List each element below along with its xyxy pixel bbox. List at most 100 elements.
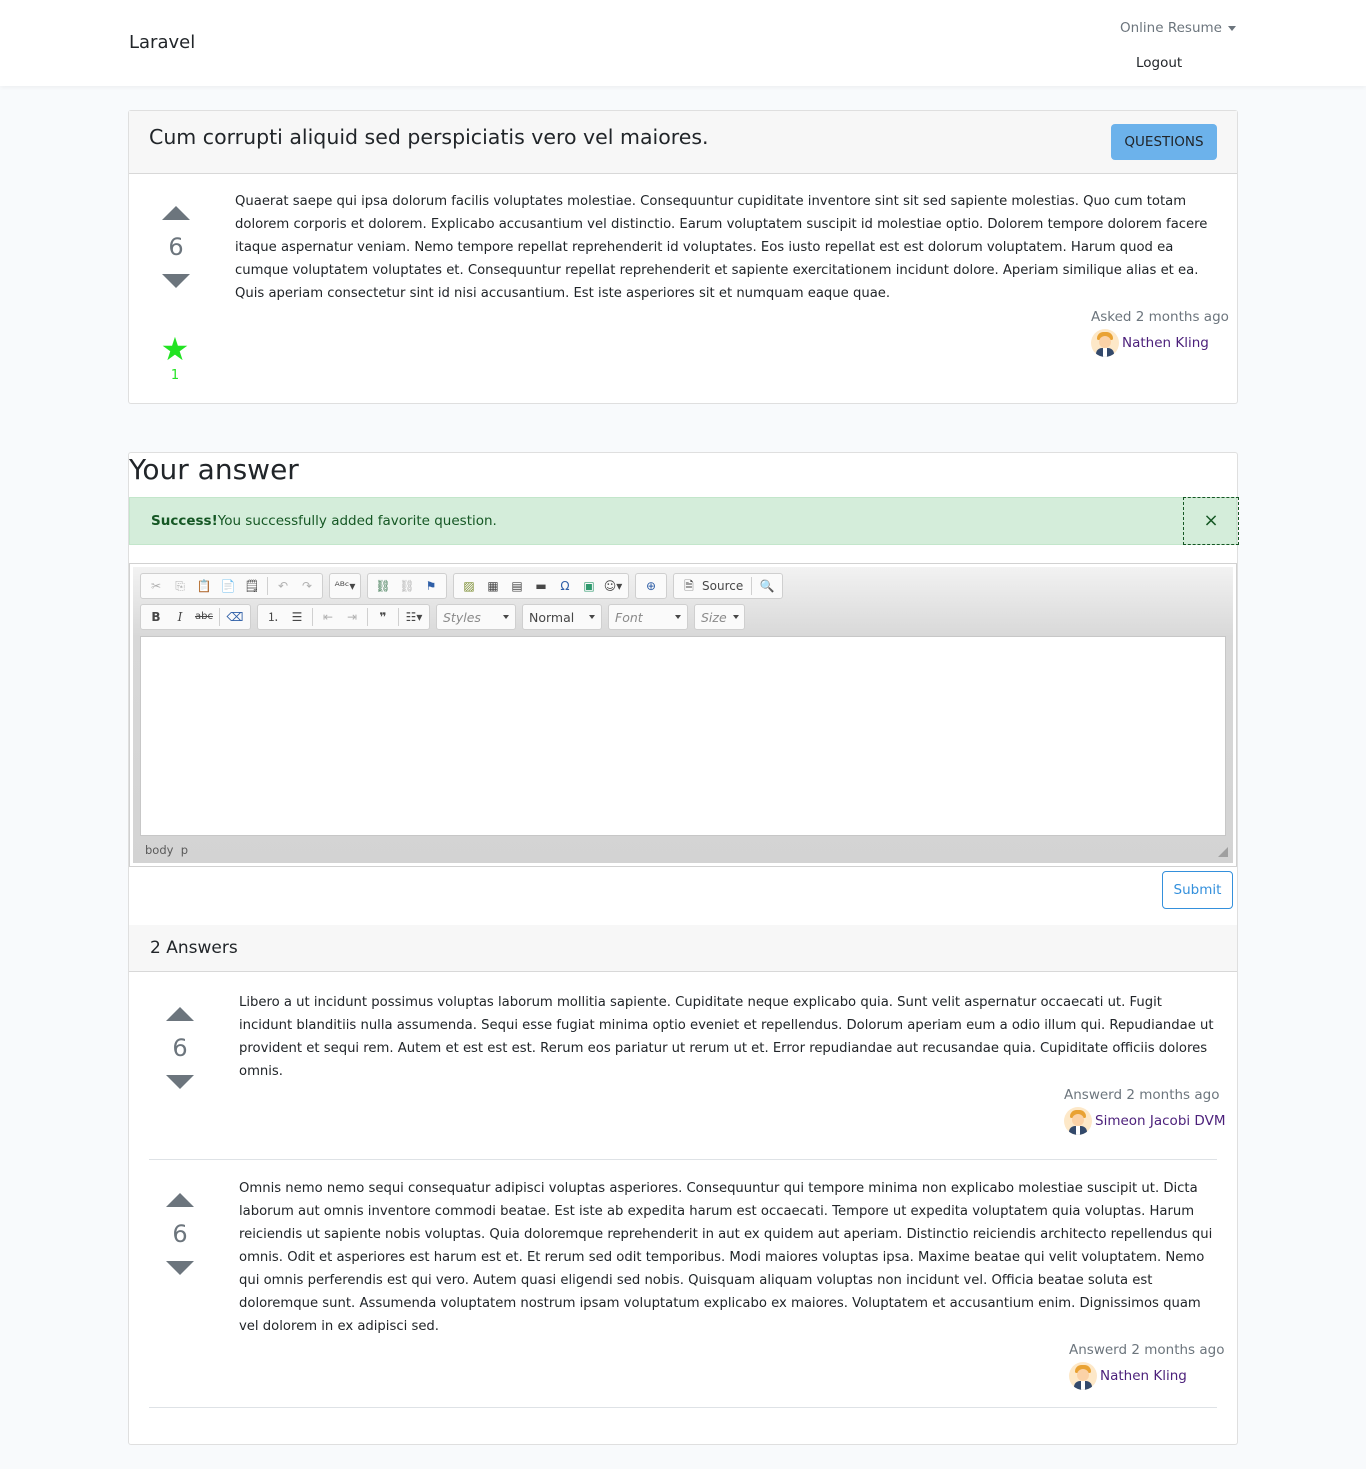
toolbar-row-1: ✂ ⎘ 📋 📄 🗒 ↶ ↷ ᴬᴮᶜ▾ ⛓ ⛓ ⚑ ▨ ▦ ▤ ▬ Ω ▣ ☺▾ … xyxy=(140,573,784,599)
maximize-icon[interactable]: ⊕ xyxy=(640,575,662,597)
vote-down-icon[interactable] xyxy=(166,1075,194,1089)
question-vote-controls: 6 xyxy=(156,206,196,288)
answer-body: Libero a ut incidunt possimus voluptas l… xyxy=(239,995,1214,1079)
submit-button[interactable]: Submit xyxy=(1162,871,1233,909)
toolbar-separator xyxy=(367,608,368,626)
insert-group: ▨ ▦ ▤ ▬ Ω ▣ ☺▾ xyxy=(453,573,629,599)
chevron-down-icon xyxy=(589,615,595,619)
anchor-flag-icon[interactable]: ⚑ xyxy=(420,575,442,597)
alert-text: Success!You successfully added favorite … xyxy=(151,513,497,529)
success-alert: Success!You successfully added favorite … xyxy=(129,497,1239,545)
resize-handle-icon[interactable] xyxy=(1218,847,1228,857)
table-icon[interactable]: ▤ xyxy=(506,575,528,597)
avatar[interactable] xyxy=(1064,1107,1092,1135)
maximize-group: ⊕ xyxy=(635,573,667,599)
answer-vote-controls: 6 xyxy=(160,1007,200,1089)
format-dropdown[interactable]: Normal xyxy=(522,604,602,630)
toolbar-row-2: B I abc ⌫ ⒈ ☰ ⇤ ⇥ ❞ ☷▾ Styles Normal Fon… xyxy=(140,604,745,630)
link-group: ⛓ ⛓ ⚑ xyxy=(367,573,447,599)
remove-format-icon[interactable]: ⌫ xyxy=(224,606,246,628)
undo-icon[interactable]: ↶ xyxy=(272,575,294,597)
vote-down-icon[interactable] xyxy=(166,1261,194,1275)
spellcheck-group: ᴬᴮᶜ▾ xyxy=(329,573,361,599)
font-dropdown[interactable]: Font xyxy=(608,604,688,630)
basic-style-group: B I abc ⌫ xyxy=(140,604,251,630)
answer-divider xyxy=(149,1159,1217,1160)
unlink-icon[interactable]: ⛓ xyxy=(396,575,418,597)
author-name-link[interactable]: Simeon Jacobi DVM xyxy=(1095,1113,1225,1129)
paste-text-icon[interactable]: 📄 xyxy=(217,575,239,597)
clipboard-group: ✂ ⎘ 📋 📄 🗒 ↶ ↷ xyxy=(140,573,323,599)
author-name-link[interactable]: Nathen Kling xyxy=(1100,1368,1187,1384)
user-dropdown-label: Online Resume xyxy=(1120,20,1222,36)
answer-vote-controls: 6 xyxy=(160,1193,200,1275)
navbar: Laravel Online Resume Logout xyxy=(0,0,1366,86)
rich-text-editor: ✂ ⎘ 📋 📄 🗒 ↶ ↷ ᴬᴮᶜ▾ ⛓ ⛓ ⚑ ▨ ▦ ▤ ▬ Ω ▣ ☺▾ … xyxy=(129,563,1237,867)
format-dropdown-label: Normal xyxy=(529,609,575,625)
answer-author: Simeon Jacobi DVM xyxy=(1064,1107,1225,1135)
chevron-down-icon xyxy=(732,615,739,619)
vote-up-icon[interactable] xyxy=(166,1007,194,1021)
logout-link[interactable]: Logout xyxy=(1136,55,1182,71)
vote-up-icon[interactable] xyxy=(166,1193,194,1207)
vote-up-icon[interactable] xyxy=(162,206,190,220)
special-char-icon[interactable]: Ω xyxy=(554,575,576,597)
bold-icon[interactable]: B xyxy=(145,606,167,628)
smiley-icon[interactable]: ☺▾ xyxy=(602,575,624,597)
toolbar-separator xyxy=(312,608,313,626)
flash-icon[interactable]: ▦ xyxy=(482,575,504,597)
author-name-link[interactable]: Nathen Kling xyxy=(1122,335,1209,351)
cut-icon[interactable]: ✂ xyxy=(145,575,167,597)
spellcheck-icon[interactable]: ᴬᴮᶜ▾ xyxy=(334,575,356,597)
question-author: Nathen Kling xyxy=(1091,329,1209,357)
user-dropdown-toggle[interactable]: Online Resume xyxy=(1120,20,1236,36)
source-icon[interactable]: 🗎 xyxy=(678,575,700,597)
toolbar-separator xyxy=(751,577,753,595)
italic-icon[interactable]: I xyxy=(169,606,191,628)
size-dropdown[interactable]: Size xyxy=(694,604,745,630)
size-dropdown-label: Size xyxy=(701,609,727,625)
paste-word-icon[interactable]: 🗒 xyxy=(241,575,263,597)
font-dropdown-label: Font xyxy=(615,609,643,625)
iframe-icon[interactable]: ▣ xyxy=(578,575,600,597)
chevron-down-icon xyxy=(503,615,509,619)
link-icon[interactable]: ⛓ xyxy=(372,575,394,597)
horizontal-rule-icon[interactable]: ▬ xyxy=(530,575,552,597)
bulleted-list-icon[interactable]: ☰ xyxy=(286,606,308,628)
question-body: Quaerat saepe qui ipsa dolorum facilis v… xyxy=(235,194,1208,301)
questions-button[interactable]: QUESTIONS xyxy=(1111,124,1217,160)
toolbar-separator xyxy=(398,608,399,626)
paragraph-group: ⒈ ☰ ⇤ ⇥ ❞ ☷▾ xyxy=(257,604,430,630)
brand-link[interactable]: Laravel xyxy=(129,32,195,53)
editor-content-area[interactable] xyxy=(140,636,1226,836)
strikethrough-icon[interactable]: abc xyxy=(193,606,215,628)
indent-icon[interactable]: ⇥ xyxy=(341,606,363,628)
source-button-label[interactable]: Source xyxy=(702,575,747,597)
styles-dropdown[interactable]: Styles xyxy=(436,604,516,630)
question-card: Cum corrupti aliquid sed perspiciatis ve… xyxy=(128,110,1238,404)
blockquote-icon[interactable]: ❞ xyxy=(372,606,394,628)
outdent-icon[interactable]: ⇤ xyxy=(317,606,339,628)
answer-card: Your answer Success!You successfully add… xyxy=(128,452,1239,1445)
vote-down-icon[interactable] xyxy=(162,274,190,288)
answered-timestamp: Answerd 2 months ago xyxy=(1064,1087,1220,1103)
asked-timestamp: Asked 2 months ago xyxy=(1091,309,1229,325)
answer-author: Nathen Kling xyxy=(1069,1362,1187,1390)
preview-icon[interactable]: 🔍 xyxy=(756,575,778,597)
favorite-star-icon[interactable]: ★ xyxy=(155,333,195,365)
elements-path[interactable]: body p xyxy=(145,843,188,857)
alert-message: You successfully added favorite question… xyxy=(217,513,497,529)
close-icon[interactable]: × xyxy=(1183,497,1239,545)
avatar[interactable] xyxy=(1069,1362,1097,1390)
image-icon[interactable]: ▨ xyxy=(458,575,480,597)
question-title: Cum corrupti aliquid sed perspiciatis ve… xyxy=(149,125,709,149)
editor-chrome: ✂ ⎘ 📋 📄 🗒 ↶ ↷ ᴬᴮᶜ▾ ⛓ ⛓ ⚑ ▨ ▦ ▤ ▬ Ω ▣ ☺▾ … xyxy=(133,567,1233,863)
paste-icon[interactable]: 📋 xyxy=(193,575,215,597)
numbered-list-icon[interactable]: ⒈ xyxy=(262,606,284,628)
favorites-count: 1 xyxy=(170,368,180,383)
copy-icon[interactable]: ⎘ xyxy=(169,575,191,597)
align-icon[interactable]: ☷▾ xyxy=(403,606,425,628)
redo-icon[interactable]: ↷ xyxy=(296,575,318,597)
answers-count: 2 Answers xyxy=(150,938,238,958)
avatar[interactable] xyxy=(1091,329,1119,357)
